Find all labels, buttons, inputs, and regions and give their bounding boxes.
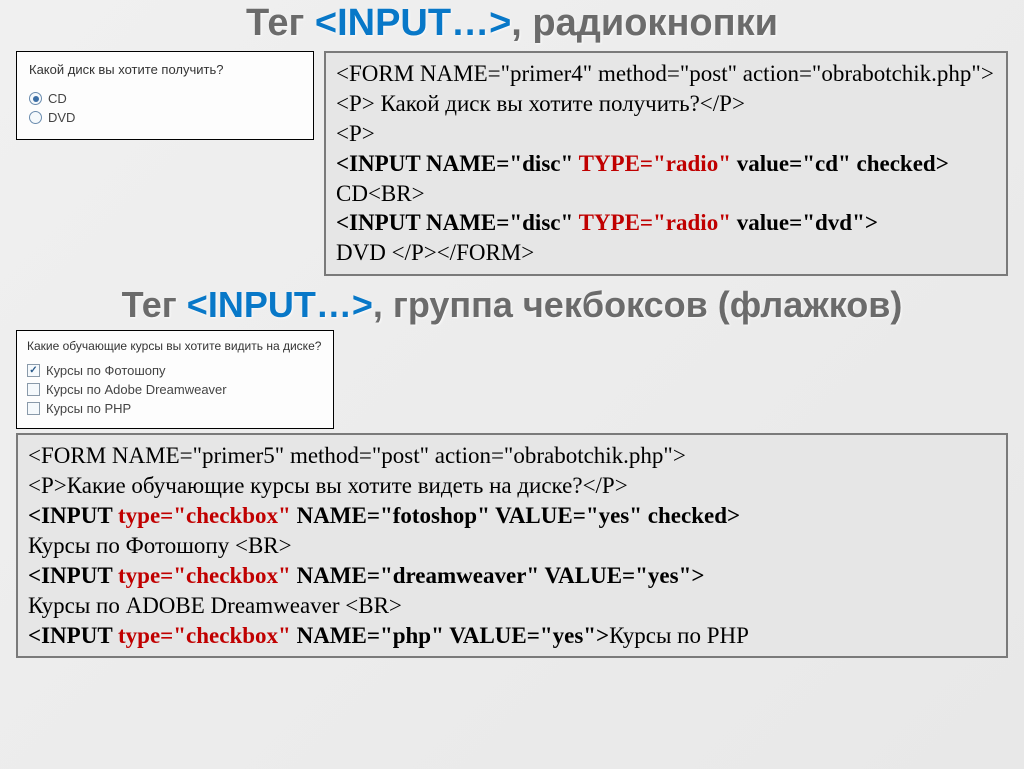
- checkbox-render-box: Какие обучающие курсы вы хотите видить н…: [16, 330, 334, 429]
- heading-checkbox: Тег <INPUT…>, группа чекбоксов (флажков): [0, 284, 1024, 326]
- checkbox-option-2[interactable]: Курсы по Adobe Dreamweaver: [27, 382, 323, 397]
- code-line: <INPUT NAME="disc" TYPE="radio" value="c…: [336, 149, 996, 179]
- code-line: <INPUT type="checkbox" NAME="php" VALUE=…: [28, 621, 996, 651]
- code-line: <INPUT type="checkbox" NAME="dreamweaver…: [28, 561, 996, 591]
- code-line: <FORM NAME="primer4" method="post" actio…: [336, 59, 996, 89]
- checkbox-option-3[interactable]: Курсы по PHP: [27, 401, 323, 416]
- checkbox-label: Курсы по Фотошопу: [46, 363, 166, 378]
- radio-icon-checked[interactable]: [29, 92, 42, 105]
- radio-label-cd: CD: [48, 91, 67, 106]
- checkbox-label: Курсы по Adobe Dreamweaver: [46, 382, 227, 397]
- heading-prefix: Тег: [122, 284, 187, 325]
- heading-tag: <INPUT…>: [315, 2, 511, 44]
- checkbox-icon-checked[interactable]: [27, 364, 40, 377]
- code-line: Курсы по Фотошопу <BR>: [28, 531, 996, 561]
- code-line: <INPUT type="checkbox" NAME="fotoshop" V…: [28, 501, 996, 531]
- checkbox-icon[interactable]: [27, 402, 40, 415]
- checkbox-icon[interactable]: [27, 383, 40, 396]
- radio-icon[interactable]: [29, 111, 42, 124]
- radio-option-cd[interactable]: CD: [29, 91, 301, 106]
- code-line: DVD </P></FORM>: [336, 238, 996, 268]
- checkbox-label: Курсы по PHP: [46, 401, 131, 416]
- radio-label-dvd: DVD: [48, 110, 75, 125]
- code-line: <P>: [336, 119, 996, 149]
- heading-suffix: , группа чекбоксов (флажков): [373, 284, 903, 325]
- code-line: Курсы по ADOBE Dreamweaver <BR>: [28, 591, 996, 621]
- checkbox-option-1[interactable]: Курсы по Фотошопу: [27, 363, 323, 378]
- code-line: <P>Какие обучающие курсы вы хотите видет…: [28, 471, 996, 501]
- heading-suffix: , радиокнопки: [511, 2, 778, 44]
- code-line: CD<BR>: [336, 179, 996, 209]
- radio-render-box: Какой диск вы хотите получить? CD DVD: [16, 51, 314, 140]
- heading-radio: Тег <INPUT…>, радиокнопки: [0, 2, 1024, 45]
- radio-option-dvd[interactable]: DVD: [29, 110, 301, 125]
- radio-question: Какой диск вы хотите получить?: [29, 62, 301, 77]
- radio-row: Какой диск вы хотите получить? CD DVD <F…: [0, 51, 1024, 276]
- heading-tag: <INPUT…>: [187, 284, 373, 325]
- checkbox-code-box: <FORM NAME="primer5" method="post" actio…: [16, 433, 1008, 658]
- code-line: <INPUT NAME="disc" TYPE="radio" value="d…: [336, 208, 996, 238]
- checkbox-question: Какие обучающие курсы вы хотите видить н…: [27, 339, 323, 353]
- slide: Тег <INPUT…>, радиокнопки Какой диск вы …: [0, 2, 1024, 769]
- heading-prefix: Тег: [246, 2, 315, 44]
- code-line: <P> Какой диск вы хотите получить?</P>: [336, 89, 996, 119]
- code-line: <FORM NAME="primer5" method="post" actio…: [28, 441, 996, 471]
- radio-code-box: <FORM NAME="primer4" method="post" actio…: [324, 51, 1008, 276]
